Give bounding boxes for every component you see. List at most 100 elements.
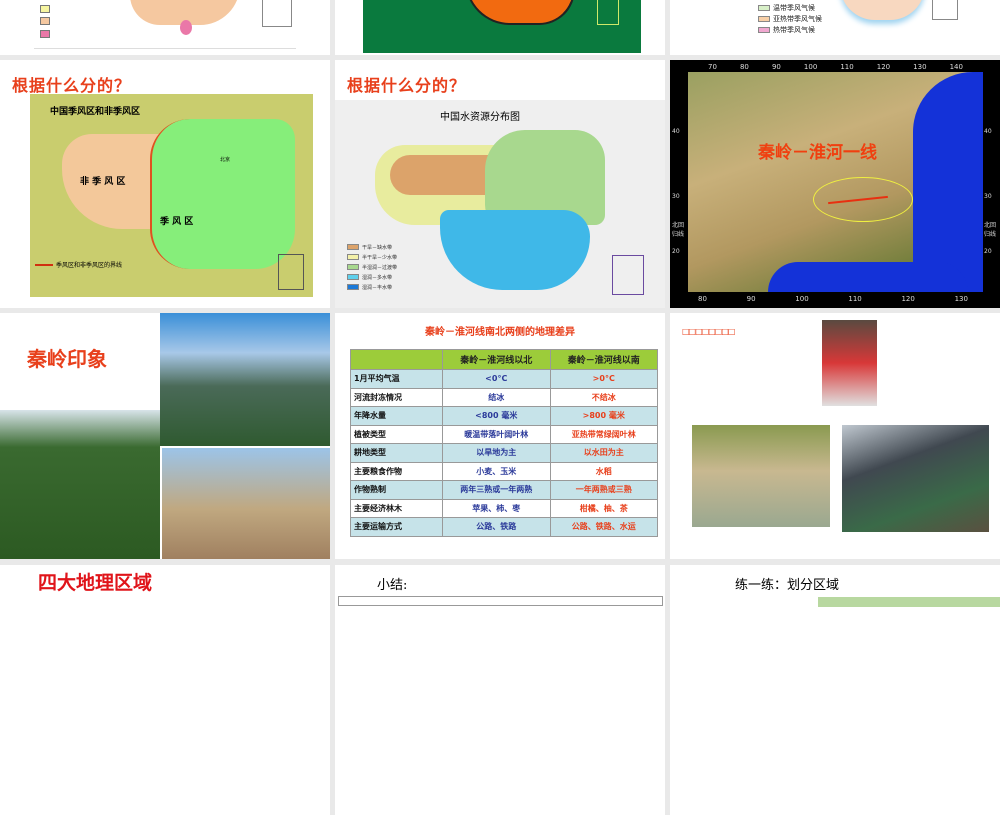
legend-label: 半湿润－过渡带: [362, 264, 398, 271]
legend-swatch: [40, 17, 50, 25]
north-value: 苹果、柿、枣: [442, 498, 551, 518]
slide-title: □□□□□□□□: [682, 327, 735, 336]
slide-thumbnail-6[interactable]: 秦岭－淮河一线 70 80 90 100 110 120 130 140 80 90 100 110…: [670, 60, 1000, 308]
tick-label: 80: [739, 63, 749, 71]
inset-map: [262, 0, 292, 27]
north-value: 公路、铁路: [442, 517, 551, 537]
tick-label: 90: [771, 63, 781, 71]
map-title: 中国水资源分布图: [440, 112, 520, 123]
legend-label: 湿润－丰水带: [362, 284, 393, 291]
table-header-row: 秦岭－淮河线以北 秦岭－淮河线以南: [350, 349, 658, 370]
north-value: 以旱地为主: [442, 443, 551, 463]
south-value: 柑橘、柚、茶: [549, 498, 658, 518]
slide-thumbnail-12[interactable]: 练一练：划分区域: [670, 565, 1000, 815]
legend-label: 热带季风气候: [773, 25, 815, 34]
south-value: 一年两熟或三熟: [549, 480, 658, 500]
tick-label: 140: [949, 63, 963, 71]
tick-label: 20: [672, 248, 680, 255]
tick-label: 北回归线: [984, 222, 997, 238]
slide-title: 秦岭印象: [27, 347, 107, 371]
monsoon-map: 中国季风区和非季风区 非 季 风 区 季 风 区 北京 季风区和非季风区的界线: [30, 94, 313, 297]
north-value: 两年三熟或一年两熟: [442, 480, 551, 500]
tea-field-photo: [0, 410, 160, 559]
row-label: 作物熟制: [350, 480, 443, 500]
north-value: 暖温带落叶阔叶林: [442, 424, 551, 444]
slide-thumbnail-1[interactable]: [0, 0, 330, 55]
south-value: 亚热带常绿阔叶林: [549, 424, 658, 444]
tick-label: 90: [746, 295, 756, 303]
slide-thumbnail-10[interactable]: 四大地理区域: [0, 565, 330, 815]
tick-label: 130: [913, 63, 927, 71]
ocean: [768, 262, 968, 292]
row-label: 主要经济林木: [350, 498, 443, 518]
tick-label: 30: [984, 193, 992, 200]
village-photo: [162, 448, 330, 559]
row-label: 植被类型: [350, 424, 443, 444]
map-label: 秦岭－淮河一线: [758, 143, 877, 163]
tick-label: 40: [672, 128, 680, 135]
inset-map: [932, 0, 958, 20]
south-value: 以水田为主: [549, 443, 658, 463]
table-row: 河流封冻情况 结冰 不结冰: [350, 387, 658, 407]
legend: 干旱－缺水带 半干旱－少水带 半湿润－过渡带 湿润－多水带 湿润－丰水带: [347, 242, 397, 292]
legend-swatch: [40, 30, 50, 38]
slide-thumbnail-8[interactable]: 秦岭－淮河线南北两侧的地理差异 秦岭－淮河线以北 秦岭－淮河线以南 1月平均气温…: [335, 313, 665, 559]
map-title: 中国季风区和非季风区: [50, 107, 141, 117]
map-image: [818, 597, 1000, 607]
table-row: 植被类型 暖温带落叶阔叶林 亚热带常绿阔叶林: [350, 424, 658, 444]
north-value: 小麦、玉米: [442, 461, 551, 481]
tick-label: 100: [803, 63, 818, 71]
map-island: [180, 20, 192, 35]
tick-label: 70: [708, 63, 717, 71]
slide-thumbnail-7[interactable]: 秦岭印象: [0, 313, 330, 559]
tick-label: 北回归线: [672, 222, 685, 238]
tick-label: 110: [848, 295, 862, 303]
tick-label: 80: [698, 295, 707, 303]
table-row: 作物熟制 两年三熟或一年两熟 一年两熟或三熟: [350, 480, 658, 500]
legend-label: 湿润－多水带: [362, 274, 393, 281]
ocean: [913, 72, 983, 292]
tick-label: 110: [840, 63, 854, 71]
slide-thumbnail-11[interactable]: 小结:: [335, 565, 665, 815]
row-label: 主要粮食作物: [350, 461, 443, 481]
satellite-image: [688, 72, 983, 292]
summary-table: [338, 596, 663, 606]
slide-thumbnail-3[interactable]: 温带季风气候 亚热带季风气候 热带季风气候: [670, 0, 1000, 55]
humid-zone: [440, 210, 590, 290]
table-row: 主要运输方式 公路、铁路 公路、铁路、水运: [350, 517, 658, 537]
slide-title: 根据什么分的？: [347, 76, 467, 95]
row-label: 河流封冻情况: [350, 387, 443, 407]
legend-swatch: [40, 5, 50, 13]
tick-label: 130: [954, 295, 968, 303]
slide-thumbnail-5[interactable]: 根据什么分的？ 中国水资源分布图 干旱－缺水带 半干旱－少水带 半湿润－过渡带 …: [335, 60, 665, 308]
legend-label: 温带季风气候: [773, 3, 815, 12]
north-value: <0°C: [442, 369, 551, 389]
north-value: <800 毫米: [442, 406, 551, 426]
slide-thumbnail-2[interactable]: [335, 0, 665, 55]
legend-label: 半干旱－少水带: [362, 254, 398, 261]
table-row: 耕地类型 以旱地为主 以水田为主: [350, 443, 658, 463]
region-label: 非 季 风 区: [80, 177, 126, 187]
tick-label: 120: [901, 295, 915, 303]
tick-label: 120: [876, 63, 891, 71]
row-label: 1月平均气温: [350, 369, 443, 389]
slide-title: 练一练：划分区域: [735, 578, 840, 593]
slide-thumbnail-4[interactable]: 根据什么分的？ 中国季风区和非季风区 非 季 风 区 季 风 区 北京 季风区和…: [0, 60, 330, 308]
row-label: 年降水量: [350, 406, 443, 426]
column-header: 秦岭－淮河线以南: [549, 349, 658, 370]
legend: 温带季风气候 亚热带季风气候 热带季风气候: [758, 2, 822, 35]
table-row: 年降水量 <800 毫米 >800 毫米: [350, 406, 658, 426]
masked-students-photo: [822, 320, 877, 406]
top-axis: 70 80 90 100 110 120 130 140: [708, 63, 963, 71]
water-map: 中国水资源分布图 干旱－缺水带 半干旱－少水带 半湿润－过渡带 湿润－多水带 湿…: [335, 100, 665, 308]
north-value: 结冰: [442, 387, 551, 407]
boundary-legend-line: [35, 264, 53, 266]
slide-thumbnail-9[interactable]: □□□□□□□□: [670, 313, 1000, 559]
south-value: 水稻: [549, 461, 658, 481]
tick-label: 100: [795, 295, 809, 303]
tick-label: 30: [672, 193, 680, 200]
slide-title: 秦岭－淮河线南北两侧的地理差异: [425, 327, 575, 338]
polluted-river-photo: [692, 425, 830, 527]
south-value: >0°C: [549, 369, 658, 389]
legend-label: 季风区和非季风区的界线: [56, 262, 123, 269]
